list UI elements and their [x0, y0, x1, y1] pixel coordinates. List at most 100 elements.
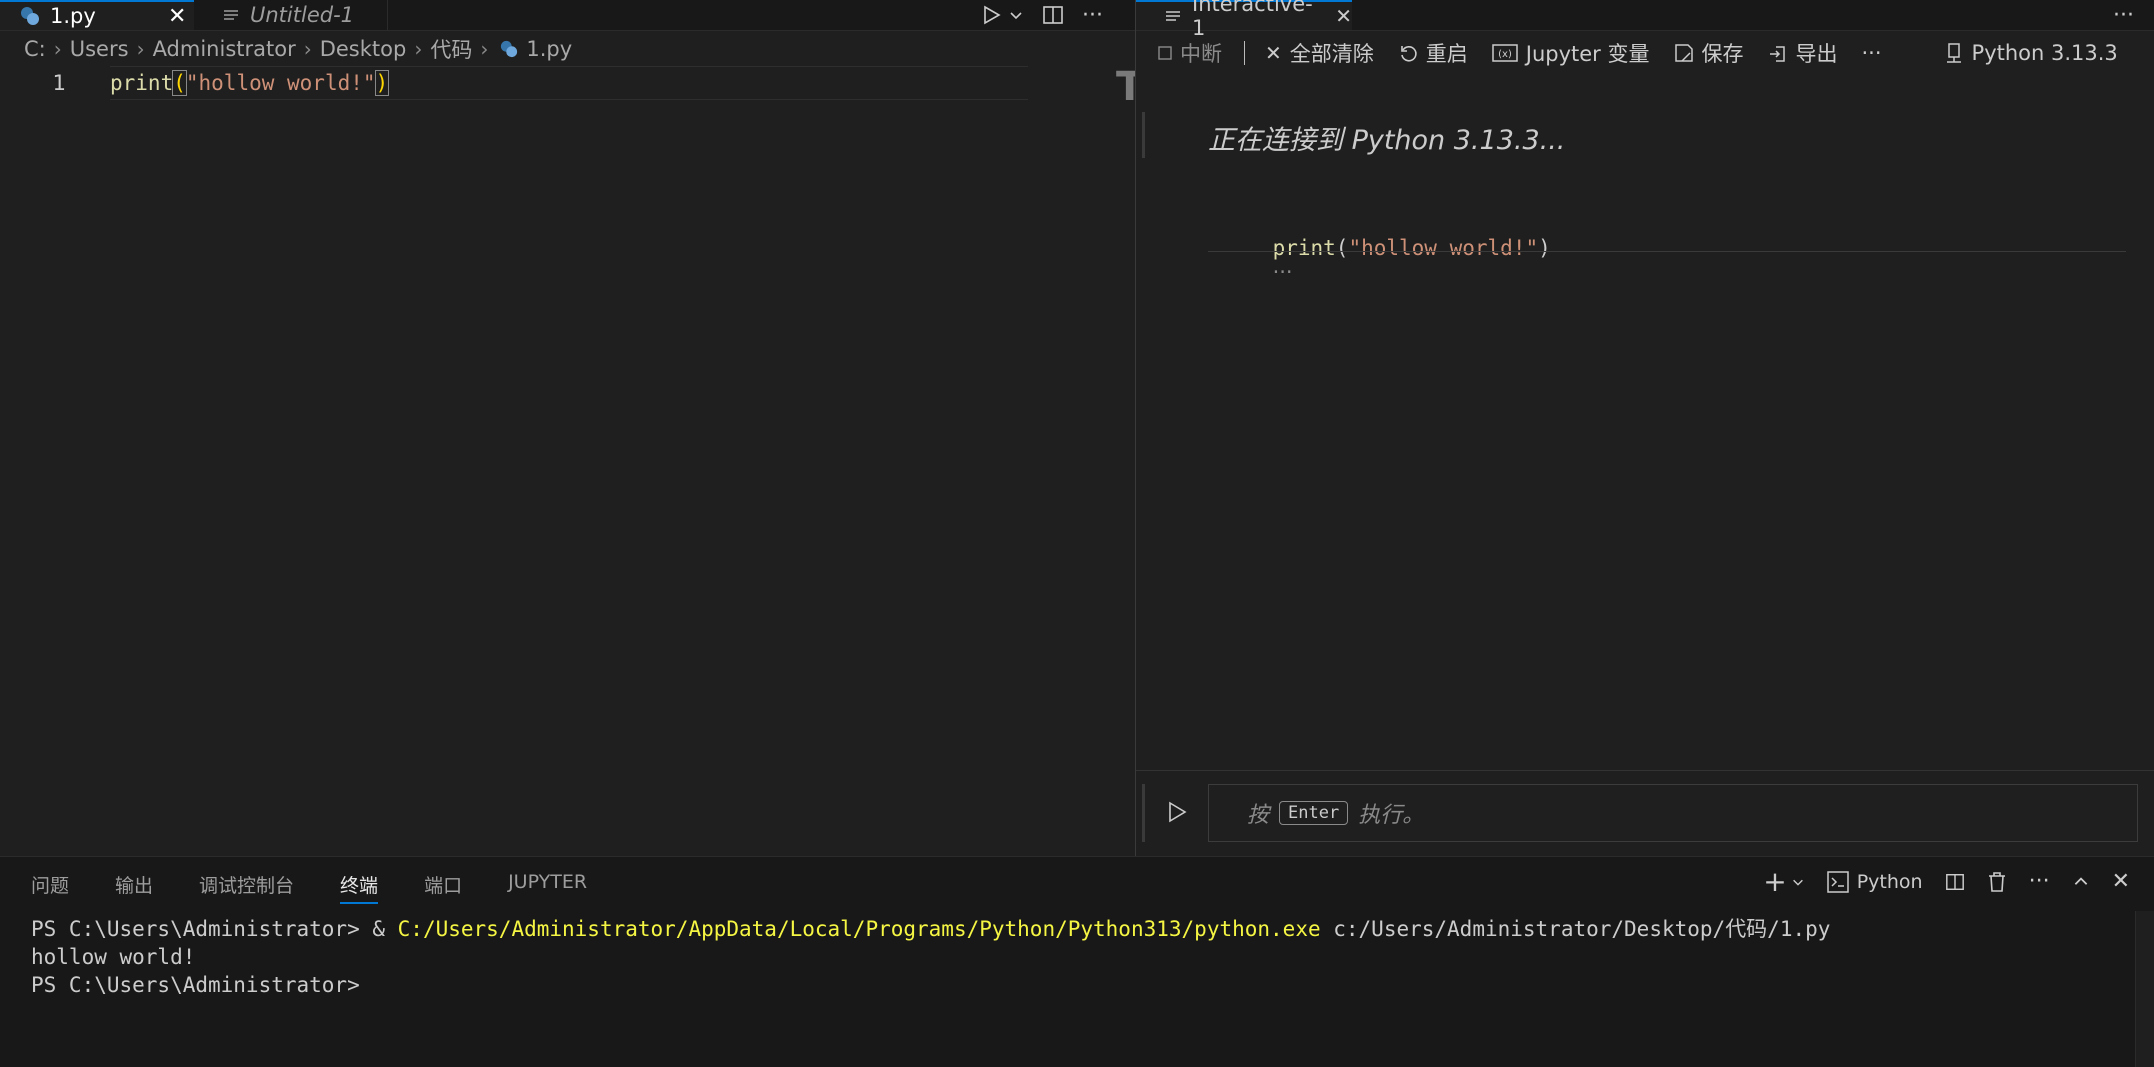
tab-terminal[interactable]: 终端: [340, 871, 379, 904]
tab-untitled-1[interactable]: Untitled-1: [196, 0, 388, 30]
chevron-down-icon[interactable]: [1791, 875, 1805, 889]
bottom-panel: 问题 输出 调试控制台 终端 端口 JUPYTER + Python ··· ✕…: [0, 856, 2154, 1067]
restart-icon: [1398, 43, 1418, 63]
connecting-status: 正在连接到 Python 3.13.3...: [1208, 125, 1566, 156]
code-line[interactable]: print("hollow world!"): [110, 66, 1028, 100]
editor-actions: ···: [980, 0, 1103, 30]
breadcrumb-item[interactable]: Administrator: [153, 37, 296, 61]
breadcrumb: C: › Users › Administrator › Desktop › 代…: [24, 34, 572, 64]
split-terminal-icon[interactable]: [1945, 872, 1965, 892]
panel-tabs: 问题 输出 调试控制台 终端 端口 JUPYTER: [31, 871, 587, 904]
variables-button[interactable]: (x) Jupyter 变量: [1492, 38, 1650, 68]
line-number: 1: [52, 71, 66, 95]
tab-debug-console[interactable]: 调试控制台: [199, 871, 294, 904]
save-label: 保存: [1701, 42, 1744, 66]
file-lines-icon: [222, 6, 240, 24]
chevron-right-icon: ›: [136, 37, 145, 61]
cell-more-icon[interactable]: ···: [1273, 260, 1293, 284]
more-actions-icon[interactable]: ···: [2113, 3, 2134, 28]
close-icon: ✕: [1265, 41, 1282, 65]
terminal-shell-selector[interactable]: Python: [1826, 870, 1923, 893]
file-lines-icon: [1164, 7, 1182, 25]
restart-button[interactable]: 重启: [1398, 38, 1468, 68]
clear-all-label: 全部清除: [1289, 42, 1374, 66]
terminal-output[interactable]: PS C:\Users\Administrator> & C:/Users/Ad…: [31, 915, 1830, 999]
kernel-picker[interactable]: Python 3.13.3: [1944, 41, 2118, 65]
terminal-icon: [1826, 870, 1849, 893]
input-status-bar: [1142, 784, 1145, 842]
editor-group-left: 1.py ✕ Untitled-1 ··· C: › Users › Admin…: [0, 0, 1143, 856]
clear-all-button[interactable]: ✕ 全部清除: [1265, 38, 1374, 68]
breadcrumb-item[interactable]: Users: [70, 37, 129, 61]
breadcrumb-item[interactable]: Desktop: [320, 37, 407, 61]
chevron-right-icon: ›: [53, 37, 62, 61]
code-bracket: (: [172, 70, 187, 96]
interrupt-button[interactable]: 中断: [1158, 38, 1222, 68]
tab-ports[interactable]: 端口: [424, 871, 462, 904]
interactive-toolbar: 中断 ✕ 全部清除 重启 (x) Jupyter 变量 保存 导出 ··· Py…: [1136, 34, 2154, 72]
toolbar-more-button[interactable]: ···: [1862, 41, 1882, 65]
run-cell-icon[interactable]: [1166, 800, 1188, 824]
close-tab-icon[interactable]: ✕: [1335, 4, 1352, 28]
more-actions-icon[interactable]: ···: [1082, 3, 1103, 28]
editor-tabbar: 1.py ✕ Untitled-1 ···: [0, 0, 1135, 31]
terminal-output-line: hollow world!: [31, 945, 196, 969]
code-input-field[interactable]: 按 Enter 执行。: [1208, 784, 2138, 842]
run-icon[interactable]: [980, 4, 1002, 26]
code-editor[interactable]: 1 print("hollow world!"): [0, 66, 1120, 856]
chevron-right-icon: ›: [414, 37, 423, 61]
breadcrumb-item[interactable]: 1.py: [526, 37, 572, 61]
split-editor-icon[interactable]: [1042, 4, 1064, 26]
new-terminal-icon[interactable]: +: [1763, 867, 1786, 895]
tab-problems[interactable]: 问题: [31, 871, 69, 904]
tab-interactive-1[interactable]: Interactive-1 ✕: [1136, 0, 1352, 40]
tab-label: 1.py: [50, 4, 96, 28]
enter-key-hint: Enter: [1279, 801, 1349, 825]
kernel-label: Python 3.13.3: [1971, 41, 2118, 65]
code-function: print: [1272, 236, 1336, 260]
close-panel-icon[interactable]: ✕: [2112, 869, 2130, 894]
save-icon: [1674, 43, 1694, 63]
kernel-icon: [1944, 43, 1964, 63]
input-hint-prefix: 按: [1247, 803, 1270, 828]
tab-output[interactable]: 输出: [115, 871, 153, 904]
breadcrumb-item[interactable]: C:: [24, 37, 46, 61]
interactive-window: Interactive-1 ✕ ··· 中断 ✕ 全部清除 重启 (x) Jup…: [1136, 0, 2154, 856]
interactive-tabbar: Interactive-1 ✕ ···: [1136, 0, 2154, 40]
input-hint-suffix: 执行。: [1358, 803, 1425, 828]
terminal-prompt: PS C:\Users\Administrator> &: [31, 917, 398, 941]
interactive-actions: ···: [2113, 0, 2134, 30]
variables-icon: (x): [1492, 43, 1518, 63]
chevron-down-icon[interactable]: [1008, 7, 1024, 23]
python-file-icon: [500, 40, 518, 58]
stop-icon: [1158, 46, 1172, 60]
shell-label: Python: [1856, 870, 1923, 893]
tab-jupyter[interactable]: JUPYTER: [508, 871, 587, 904]
code-bracket: ): [1538, 236, 1551, 260]
terminal-arg: c:/Users/Administrator/Desktop/代码/1.py: [1320, 917, 1831, 941]
export-button[interactable]: 导出: [1768, 38, 1838, 68]
close-tab-icon[interactable]: ✕: [168, 4, 186, 29]
python-file-icon: [20, 6, 40, 26]
trash-icon[interactable]: [1987, 871, 2007, 893]
save-button[interactable]: 保存: [1674, 38, 1744, 68]
chevron-right-icon: ›: [480, 37, 489, 61]
more-actions-icon[interactable]: ···: [2029, 869, 2050, 894]
tab-label: Untitled-1: [250, 3, 355, 27]
export-label: 导出: [1795, 42, 1838, 66]
cell-divider: [1208, 251, 2126, 252]
code-bracket: ): [374, 70, 390, 96]
code-string: "hollow world!": [185, 71, 376, 95]
code-string: "hollow world!": [1348, 236, 1539, 260]
breadcrumb-item[interactable]: 代码: [430, 34, 472, 64]
code-function: print: [110, 71, 174, 95]
code-bracket: (: [1335, 236, 1349, 260]
terminal-scrollbar[interactable]: [2135, 911, 2154, 1067]
maximize-panel-icon[interactable]: [2072, 873, 2090, 891]
tab-1py[interactable]: 1.py ✕: [0, 0, 194, 30]
executed-cell[interactable]: print("hollow world!") ···: [1222, 212, 1551, 308]
terminal-prompt: PS C:\Users\Administrator>: [31, 973, 360, 997]
more-actions-icon: ···: [1861, 41, 1882, 65]
svg-text:(x): (x): [1498, 49, 1512, 60]
cell-status-bar: [1142, 112, 1145, 158]
